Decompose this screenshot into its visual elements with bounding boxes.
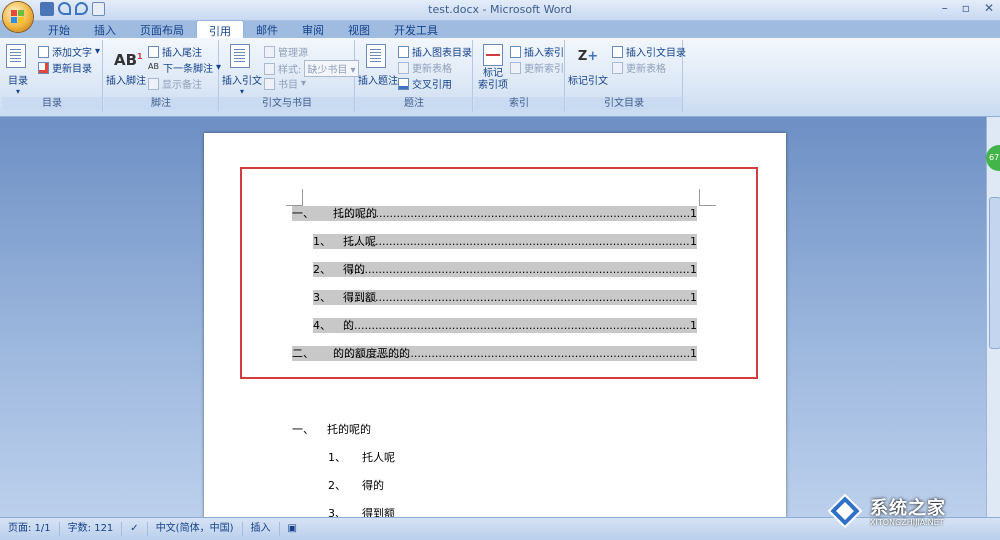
insert-mode[interactable]: 插入: [243, 522, 280, 536]
manage-sources-icon: [264, 45, 275, 58]
cross-reference-icon: [398, 77, 409, 90]
citation-icon: [230, 44, 250, 68]
vertical-scrollbar[interactable]: [986, 117, 1000, 517]
footnote-icon: AB1: [114, 51, 143, 69]
tab-3[interactable]: 引用: [196, 20, 244, 39]
insert-index-icon: [510, 45, 521, 58]
index-group: 标记 索引项 插入索引 更新索引 索引: [474, 40, 565, 112]
tab-6[interactable]: 视图: [336, 20, 382, 38]
update-toa-icon: [612, 61, 623, 74]
update-index-icon: [510, 61, 521, 74]
next-footnote-button[interactable]: AB 下一条脚注 ▾: [148, 60, 221, 76]
show-notes-icon: [148, 77, 159, 90]
macro-icon[interactable]: ▣: [280, 522, 305, 536]
cross-reference-button[interactable]: 交叉引用: [398, 76, 452, 91]
page-count[interactable]: 页面: 1/1: [0, 522, 60, 536]
mark-citation-button[interactable]: Z+ 标记引文: [568, 44, 608, 87]
tab-7[interactable]: 开发工具: [382, 20, 450, 38]
update-figures-table-button[interactable]: 更新表格: [398, 60, 452, 75]
close-button[interactable]: ✕: [984, 1, 994, 15]
language-indicator[interactable]: 中文(简体，中国): [148, 522, 243, 536]
toc-group: 目录 ▾ 添加文字 ▾ 更新目录 目录: [2, 40, 103, 112]
proofing-icon[interactable]: ✓: [122, 522, 148, 536]
bibliography-button[interactable]: 书目 ▾: [264, 76, 306, 91]
ribbon: 目录 ▾ 添加文字 ▾ 更新目录 目录 AB1 插入脚注 插入尾注 AB 下一条脚…: [0, 38, 1000, 117]
heading-number: 2、: [328, 479, 346, 492]
office-logo-icon: [11, 10, 25, 24]
heading-text[interactable]: 托的呢的: [327, 421, 371, 437]
restore-button[interactable]: ▫: [962, 1, 970, 15]
style-dropdown[interactable]: 缺少书目 ▾: [304, 60, 359, 77]
mark-entry-button[interactable]: 标记 索引项: [476, 44, 510, 92]
authorities-group: Z+ 标记引文 插入引文目录 更新表格 引文目录: [566, 40, 686, 112]
window-controls: – ▫ ✕: [942, 1, 994, 15]
add-text-icon: [38, 45, 49, 58]
minimize-button[interactable]: –: [942, 1, 948, 15]
update-toc-icon: [38, 61, 49, 74]
heading-text[interactable]: 得的: [362, 477, 384, 493]
window-title: test.docx - Microsoft Word: [428, 3, 572, 16]
table-of-figures-icon: [398, 45, 409, 58]
ribbon-tabs: 开始 插入 页面布局 引用 邮件 审阅 视图 开发工具: [36, 20, 450, 39]
heading-number: 1、: [328, 451, 346, 464]
toc-icon: [6, 44, 26, 68]
heading-text[interactable]: 托人呢: [362, 449, 395, 465]
caption-icon: [366, 44, 386, 68]
insert-table-of-figures-button[interactable]: 插入图表目录: [398, 44, 472, 59]
update-table-icon: [398, 61, 409, 74]
mark-citation-icon: Z+: [577, 49, 599, 64]
title-bar: test.docx - Microsoft Word – ▫ ✕: [0, 0, 1000, 21]
citation-group: 插入引文 ▾ 管理源 样式: 缺少书目 ▾ 书目 ▾ 引文与书目: [220, 40, 359, 112]
show-notes-button[interactable]: 显示备注: [148, 76, 202, 91]
insert-citation-button[interactable]: 插入引文 ▾: [222, 44, 262, 96]
insert-caption-button[interactable]: 插入题注: [358, 44, 398, 87]
tab-0[interactable]: 开始: [36, 20, 82, 38]
insert-index-button[interactable]: 插入索引: [510, 44, 564, 59]
update-index-button[interactable]: 更新索引: [510, 60, 564, 75]
caption-group: 插入题注 插入图表目录 更新表格 交叉引用 题注: [356, 40, 473, 112]
next-footnote-icon: AB: [148, 61, 159, 71]
tab-1[interactable]: 插入: [82, 20, 128, 38]
scrollbar-thumb[interactable]: [989, 197, 1000, 349]
insert-toa-button[interactable]: 插入引文目录: [612, 44, 686, 59]
watermark-url: XITONGZHIJIA.NET: [870, 518, 944, 527]
watermark-logo-icon: [827, 493, 863, 529]
tab-2[interactable]: 页面布局: [128, 20, 196, 38]
tab-5[interactable]: 审阅: [290, 20, 336, 38]
style-selector[interactable]: 样式: 缺少书目 ▾: [264, 60, 359, 77]
mark-entry-icon: [483, 44, 503, 66]
update-toc-button[interactable]: 更新目录: [38, 60, 92, 75]
tab-4[interactable]: 邮件: [244, 20, 290, 38]
add-text-button[interactable]: 添加文字 ▾: [38, 44, 100, 59]
bibliography-icon: [264, 77, 275, 90]
mark-entry-label: 标记 索引项: [478, 68, 508, 91]
word-count[interactable]: 字数: 121: [60, 522, 123, 536]
watermark-text: 系统之家: [870, 498, 946, 519]
footnote-group: AB1 插入脚注 插入尾注 AB 下一条脚注 ▾ 显示备注 脚注: [104, 40, 221, 112]
style-icon: [264, 62, 275, 75]
watermark: 系统之家 XITONGZHIJIA.NET: [826, 490, 986, 534]
endnote-icon: [148, 45, 159, 58]
insert-footnote-button[interactable]: AB1 插入脚注: [106, 44, 146, 87]
highlight-box: [240, 167, 758, 379]
insert-endnote-button[interactable]: 插入尾注: [148, 44, 202, 59]
insert-toa-icon: [612, 45, 623, 58]
heading-number: 一、: [292, 423, 314, 436]
manage-sources-button[interactable]: 管理源: [264, 44, 308, 59]
office-button[interactable]: [3, 2, 33, 32]
update-toa-button[interactable]: 更新表格: [612, 60, 666, 75]
toc-button[interactable]: 目录 ▾: [6, 44, 30, 96]
